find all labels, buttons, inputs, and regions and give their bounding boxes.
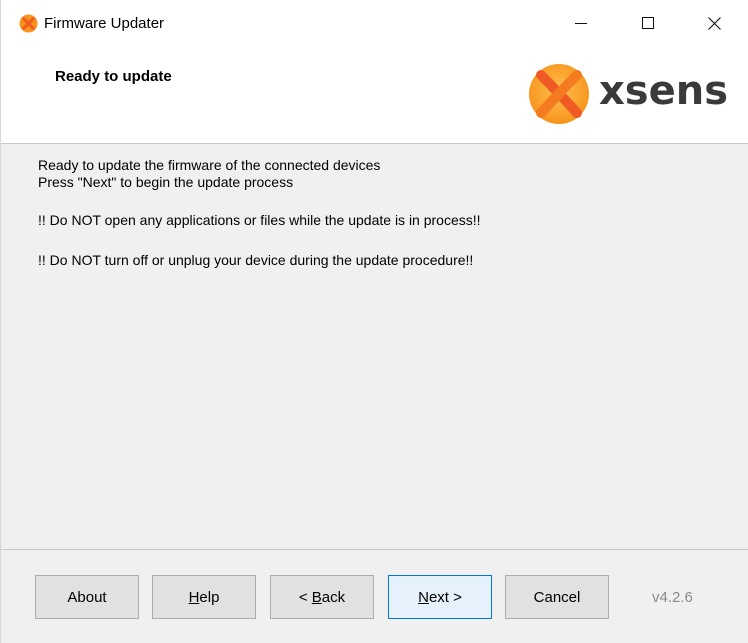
page-title: Ready to update — [55, 68, 172, 85]
info-line-2: Press "Next" to begin the update process — [38, 174, 294, 190]
back-button-label: < Back — [298, 588, 346, 606]
about-button-label: About — [67, 588, 107, 606]
window-title: Firmware Updater — [44, 15, 165, 32]
close-button[interactable] — [691, 0, 737, 46]
info-line-1: Ready to update the firmware of the conn… — [38, 157, 381, 173]
xsens-logo-mark-icon — [529, 64, 589, 124]
firmware-updater-window: Firmware Updater Ready to update xsens R… — [0, 0, 748, 643]
minimize-button[interactable] — [558, 0, 604, 46]
cancel-button-label: Cancel — [533, 588, 581, 606]
wizard-content: Ready to update the firmware of the conn… — [1, 145, 748, 548]
wizard-header: Ready to update xsens — [1, 46, 748, 144]
xsens-logo: xsens — [527, 60, 748, 126]
back-button[interactable]: < Back — [270, 575, 374, 619]
minimize-icon — [575, 23, 587, 24]
help-button-label: Help — [188, 588, 220, 606]
xsens-logo-text: xsens — [599, 68, 729, 114]
close-icon — [707, 16, 721, 30]
xsens-app-icon — [19, 14, 38, 33]
next-button-label: Next > — [418, 588, 462, 606]
maximize-button[interactable] — [625, 0, 671, 46]
about-button[interactable]: About — [35, 575, 139, 619]
next-button[interactable]: Next > — [388, 575, 492, 619]
version-label: v4.2.6 — [652, 589, 693, 606]
wizard-footer: About Help < Back Next > Cancel v4.2.6 — [1, 550, 748, 643]
cancel-button[interactable]: Cancel — [505, 575, 609, 619]
maximize-icon — [642, 17, 654, 29]
warning-line-1: !! Do NOT open any applications or files… — [38, 212, 481, 228]
warning-line-2: !! Do NOT turn off or unplug your device… — [38, 252, 474, 268]
title-bar[interactable]: Firmware Updater — [1, 0, 748, 46]
help-button[interactable]: Help — [152, 575, 256, 619]
